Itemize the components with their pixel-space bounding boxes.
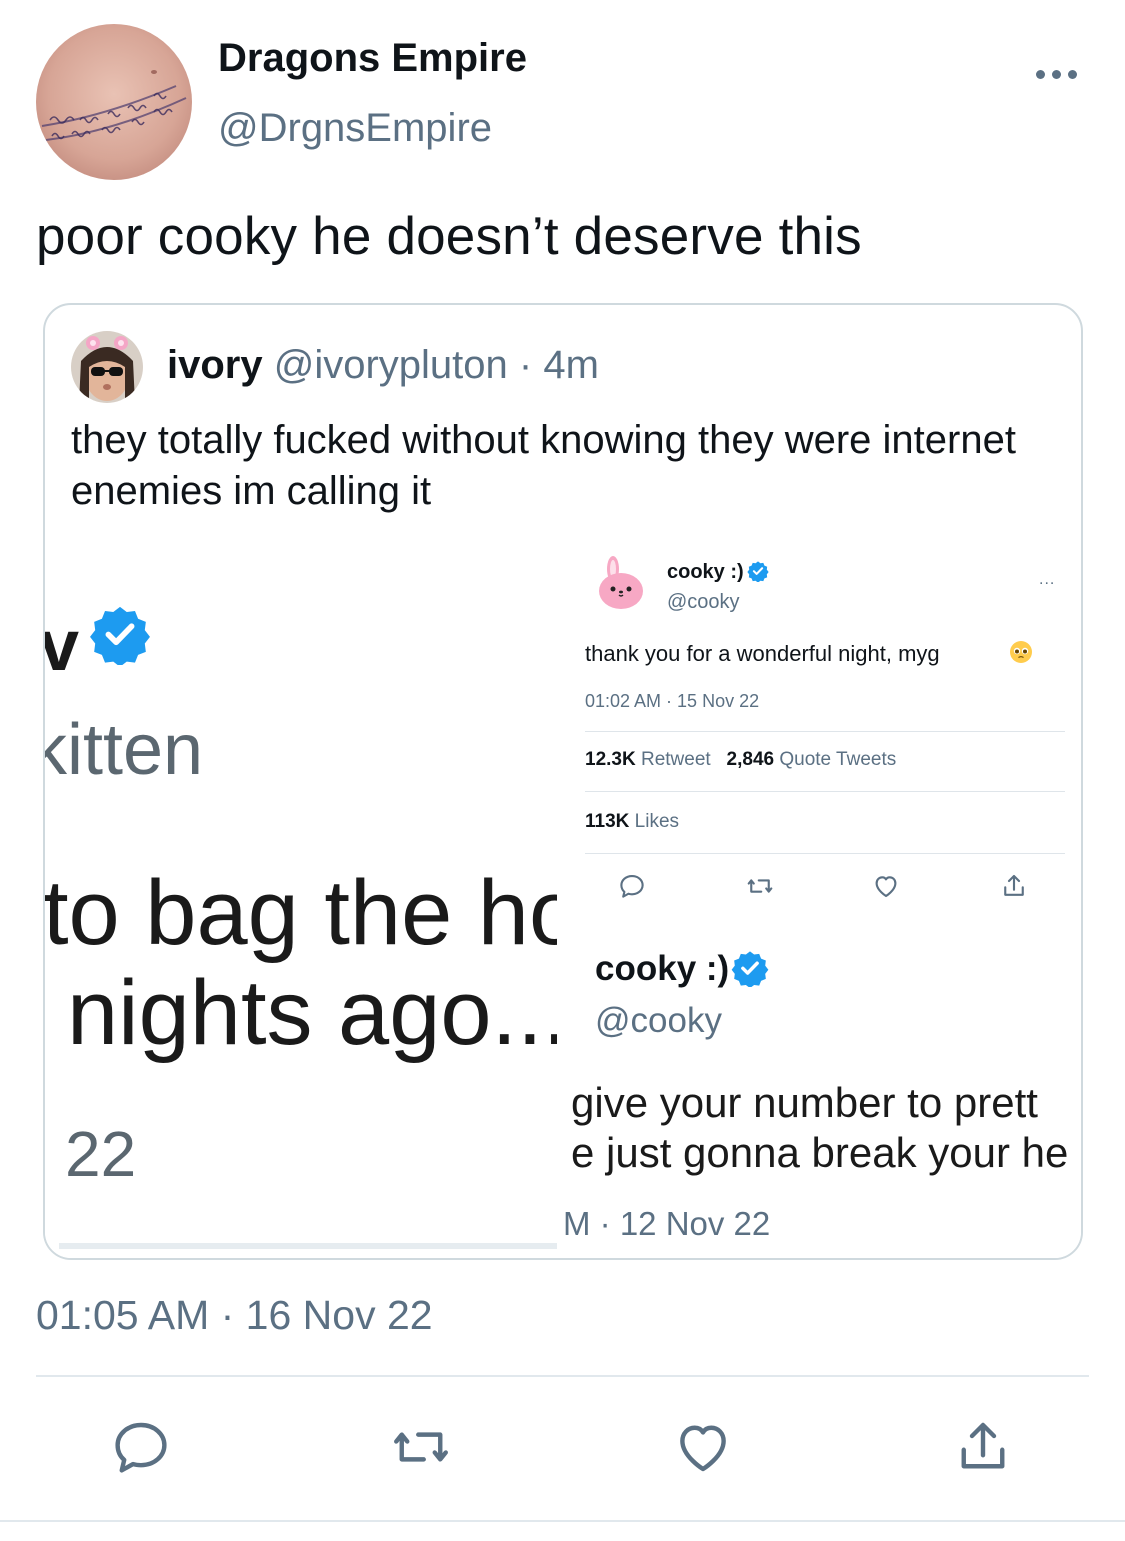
media-image-left[interactable]: v kitten to bag the ho nights ago... 22 xyxy=(45,545,557,1258)
verified-badge-icon xyxy=(90,606,150,665)
heart-icon[interactable] xyxy=(670,1414,736,1480)
quoted-tweet-time[interactable]: 4m xyxy=(543,343,599,387)
likes-label: Likes xyxy=(634,811,680,832)
embedded-tweet-text: thank you for a wonderful night, myg xyxy=(585,641,940,666)
cropped-handle-fragment: kitten xyxy=(45,710,204,790)
retweets-count: 12.3K xyxy=(585,749,636,770)
embedded2-text-line-1: give your number to prett xyxy=(571,1079,1038,1126)
quoted-tweet-media[interactable]: v kitten to bag the ho nights ago... 22 xyxy=(45,545,1081,1258)
cooky-avatar xyxy=(599,556,643,609)
more-dot xyxy=(1036,69,1045,79)
heart-icon xyxy=(875,876,897,898)
quote-tweets-count: 2,846 xyxy=(726,749,775,770)
tweet-text: poor cooky he doesn’t deserve this xyxy=(36,207,862,266)
quoted-tweet-text: they totally fucked without knowing they… xyxy=(71,418,1016,513)
quoted-tweet-card[interactable]: ivory @ivorypluton · 4m they totally fuc… xyxy=(43,303,1083,1260)
embedded-author-handle: @cooky xyxy=(667,591,740,613)
divider xyxy=(585,853,1065,854)
pleading-face-emoji-icon xyxy=(1010,641,1032,663)
tweet-timestamp[interactable]: 01:05 AM · 16 Nov 22 xyxy=(36,1292,433,1339)
reply-icon xyxy=(620,874,644,898)
embedded2-tweet-time: M · 12 Nov 22 xyxy=(563,1205,771,1242)
more-options-icon: ... xyxy=(1039,571,1056,588)
author-handle[interactable]: @DrgnsEmpire xyxy=(218,106,492,151)
quoted-author-avatar[interactable] xyxy=(71,331,143,403)
author-display-name[interactable]: Dragons Empire xyxy=(218,36,527,81)
more-dot xyxy=(1052,69,1061,79)
quoted-tweet-header: ivory @ivorypluton · 4m xyxy=(167,343,599,388)
cropped-name-fragment: v xyxy=(45,605,79,687)
media-image-right[interactable]: cooky :) @cooky ... thank you for a wond… xyxy=(557,545,1081,1258)
reply-icon[interactable] xyxy=(108,1414,174,1480)
cropped-text-line-2: nights ago... xyxy=(67,962,557,1064)
embedded2-author-name: cooky :) xyxy=(595,949,730,988)
retweets-label: Retweet xyxy=(640,749,711,770)
divider xyxy=(585,791,1065,792)
share-icon[interactable] xyxy=(950,1414,1016,1480)
embedded-author-name: cooky :) xyxy=(667,561,744,583)
header-separator: · xyxy=(518,343,533,387)
embedded-likes-row: 113K Likes xyxy=(585,811,679,833)
author-avatar[interactable] xyxy=(36,24,192,180)
divider xyxy=(0,1520,1125,1522)
cropped-text-line-1: to bag the ho xyxy=(45,862,557,964)
embedded2-author-handle: @cooky xyxy=(595,1001,722,1040)
more-options-icon[interactable] xyxy=(1036,62,1088,86)
embedded-tweet-time: 01:02 AM · 15 Nov 22 xyxy=(585,691,760,711)
quoted-avatar-image xyxy=(71,331,143,403)
divider xyxy=(59,1243,557,1249)
cropped-date-fragment: 22 xyxy=(65,1118,137,1190)
retweet-icon xyxy=(747,879,773,893)
quote-tweets-label: Quote Tweets xyxy=(779,749,897,770)
divider xyxy=(36,1375,1089,1377)
avatar-image xyxy=(36,24,192,180)
likes-count: 113K xyxy=(585,811,630,832)
more-dot xyxy=(1068,69,1077,79)
quoted-author-handle[interactable]: @ivorypluton xyxy=(274,343,508,387)
quoted-author-name[interactable]: ivory xyxy=(167,343,263,387)
verified-badge-icon xyxy=(731,951,769,987)
retweet-icon[interactable] xyxy=(388,1414,454,1480)
embedded2-text-line-2: e just gonna break your he xyxy=(571,1129,1069,1176)
embedded-stats-row: 12.3K Retweet 2,846 Quote Tweets xyxy=(585,749,896,771)
share-icon xyxy=(1004,874,1024,896)
divider xyxy=(585,731,1065,732)
verified-badge-icon xyxy=(747,561,769,582)
